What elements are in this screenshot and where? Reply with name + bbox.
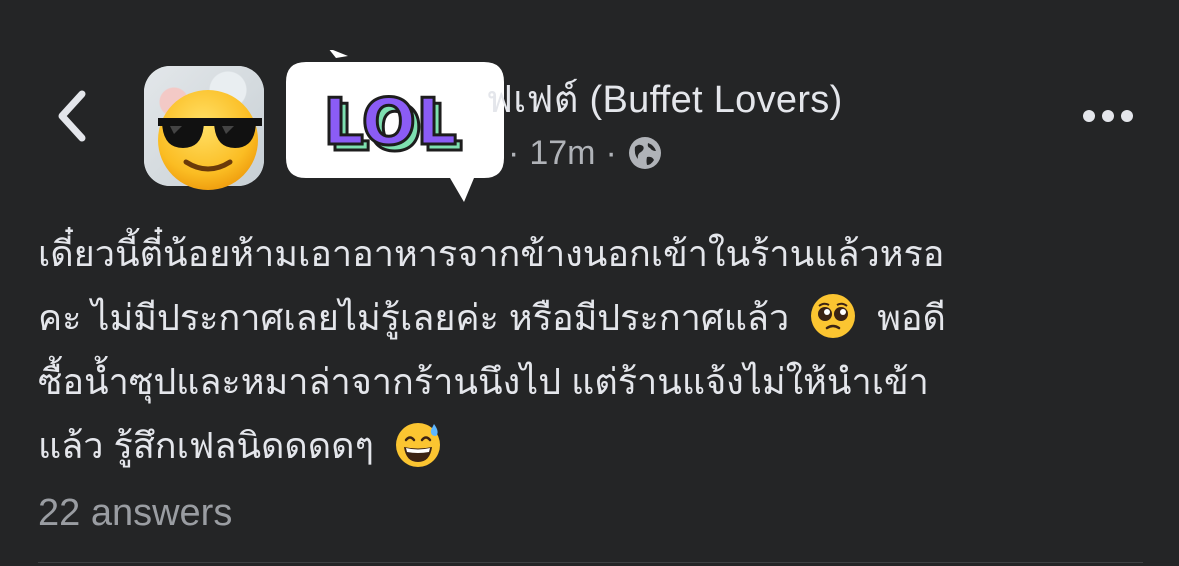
post-screen: LOL LOL ฟเฟต์ (Buffet Lovers) · 17m · เด… [0, 0, 1179, 566]
more-options-button[interactable] [1080, 96, 1136, 136]
post-time[interactable]: 17m [529, 134, 595, 173]
grinning-sweat-emoji-icon [395, 423, 440, 468]
lol-sticker: LOL LOL [286, 50, 504, 202]
post-line-text: คะ ไม่มีประกาศเลยไม่รู้เลยค่ะ หรือมีประก… [38, 297, 790, 338]
post-line: เดี๋ยวนี้ตี๋น้อยห้ามเอาอาหารจากข้างนอกเข… [38, 233, 945, 274]
back-button[interactable] [44, 84, 100, 148]
divider [38, 562, 1143, 563]
meta-separator: · [508, 133, 520, 172]
post-line: คะ ไม่มีประกาศเลยไม่รู้เลยค่ะ หรือมีประก… [38, 286, 1148, 350]
post-meta: · 17m · [508, 130, 663, 176]
globe-icon [628, 137, 661, 169]
post-body: เดี๋ยวนี้ตี๋น้อยห้ามเอาอาหารจากข้างนอกเข… [38, 222, 1148, 478]
post-line: ซื้อน้ำซุปและหมาล่าจากร้านนึงไป แต่ร้านแ… [38, 361, 929, 402]
chevron-left-icon [58, 90, 86, 142]
post-line-text: พอดี [877, 297, 946, 338]
pleading-face-emoji-icon [811, 294, 856, 339]
group-name[interactable]: ฟเฟต์ (Buffet Lovers) [486, 68, 843, 129]
answers-count-link[interactable]: 22 answers [38, 492, 232, 535]
sunglasses-emoji-icon [158, 90, 262, 190]
ellipsis-horizontal-icon [1083, 110, 1133, 122]
post-line-text: แล้ว รู้สึกเฟลนิดดดดๆ [38, 425, 374, 466]
meta-separator: · [605, 133, 617, 172]
post-line: แล้ว รู้สึกเฟลนิดดดดๆ [38, 414, 1148, 478]
sticker-text: LOL [323, 86, 457, 160]
